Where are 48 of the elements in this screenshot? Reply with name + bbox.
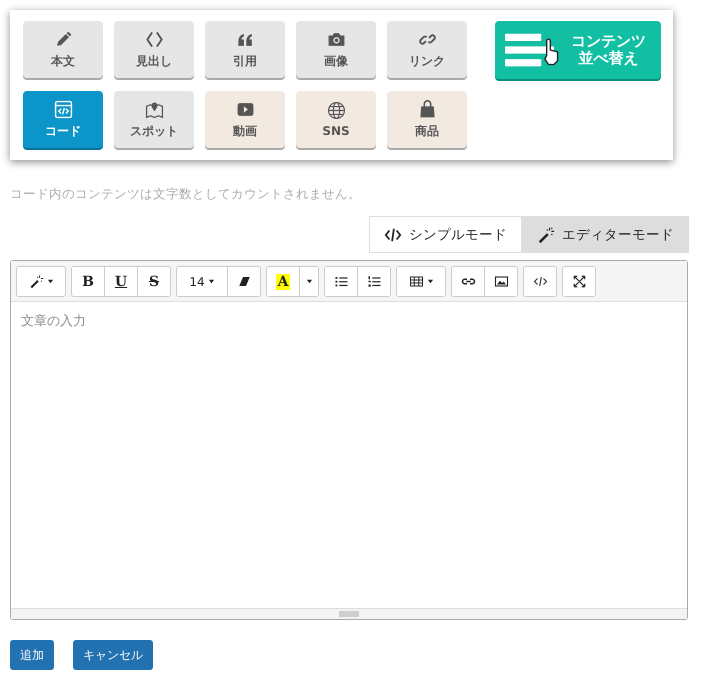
table-button[interactable] [396,266,446,297]
video-tile[interactable]: 動画 [205,91,285,148]
rich-text-editor[interactable]: B U S 14 A 文章の入力 [10,260,688,620]
underline-button[interactable]: U [104,266,138,297]
link-tile[interactable]: リンク [387,21,467,78]
bag-tile[interactable]: 商品 [387,91,467,148]
eraser-button[interactable] [227,266,261,297]
resize-handle[interactable] [11,608,687,619]
camera-tile[interactable]: 画像 [296,21,376,78]
color-button[interactable]: A [266,266,300,297]
ul-button[interactable] [324,266,358,297]
magic-wand-icon [537,226,555,244]
code-icon [532,274,548,289]
wand-button[interactable] [16,266,66,297]
fullscreen-icon [572,274,586,289]
simple-mode-tab[interactable]: シンプルモード [369,216,522,253]
grip-icon [339,611,359,617]
image-icon [494,274,508,289]
numbered-list-icon [366,274,382,289]
link-button[interactable] [451,266,485,297]
caret-icon [306,278,312,285]
size-button[interactable]: 14 [176,266,228,297]
quote-tile[interactable]: 引用 [205,21,285,78]
cancel-button[interactable]: キャンセル [73,640,153,670]
table-icon [408,274,424,289]
fullscreen-button[interactable] [562,266,596,297]
strike-button[interactable]: S [137,266,171,297]
code-button[interactable] [523,266,557,297]
brackets-tile[interactable]: 見出し [114,21,194,78]
ol-button[interactable] [357,266,391,297]
add-button[interactable]: 追加 [10,640,54,670]
map-tile[interactable]: スポット [114,91,194,148]
eraser-icon [236,274,252,289]
code-tile[interactable]: コード [23,91,103,148]
bulleted-list-icon [334,274,348,289]
brackets-icon [144,30,164,48]
pencil-tile[interactable]: 本文 [23,21,103,78]
code-icon [384,226,402,244]
globe-icon [326,101,346,120]
editor-mode-tab[interactable]: エディターモード [522,216,689,253]
note-text: コード内のコンテンツは文字数としてカウントされません。 [10,186,362,203]
image-button[interactable] [484,266,518,297]
map-icon [144,100,164,118]
bold-button[interactable]: B [71,266,105,297]
bag-icon [418,100,436,118]
code-icon [54,100,72,118]
magic-wand-icon [28,274,44,289]
globe-tile[interactable]: SNS [296,91,376,148]
